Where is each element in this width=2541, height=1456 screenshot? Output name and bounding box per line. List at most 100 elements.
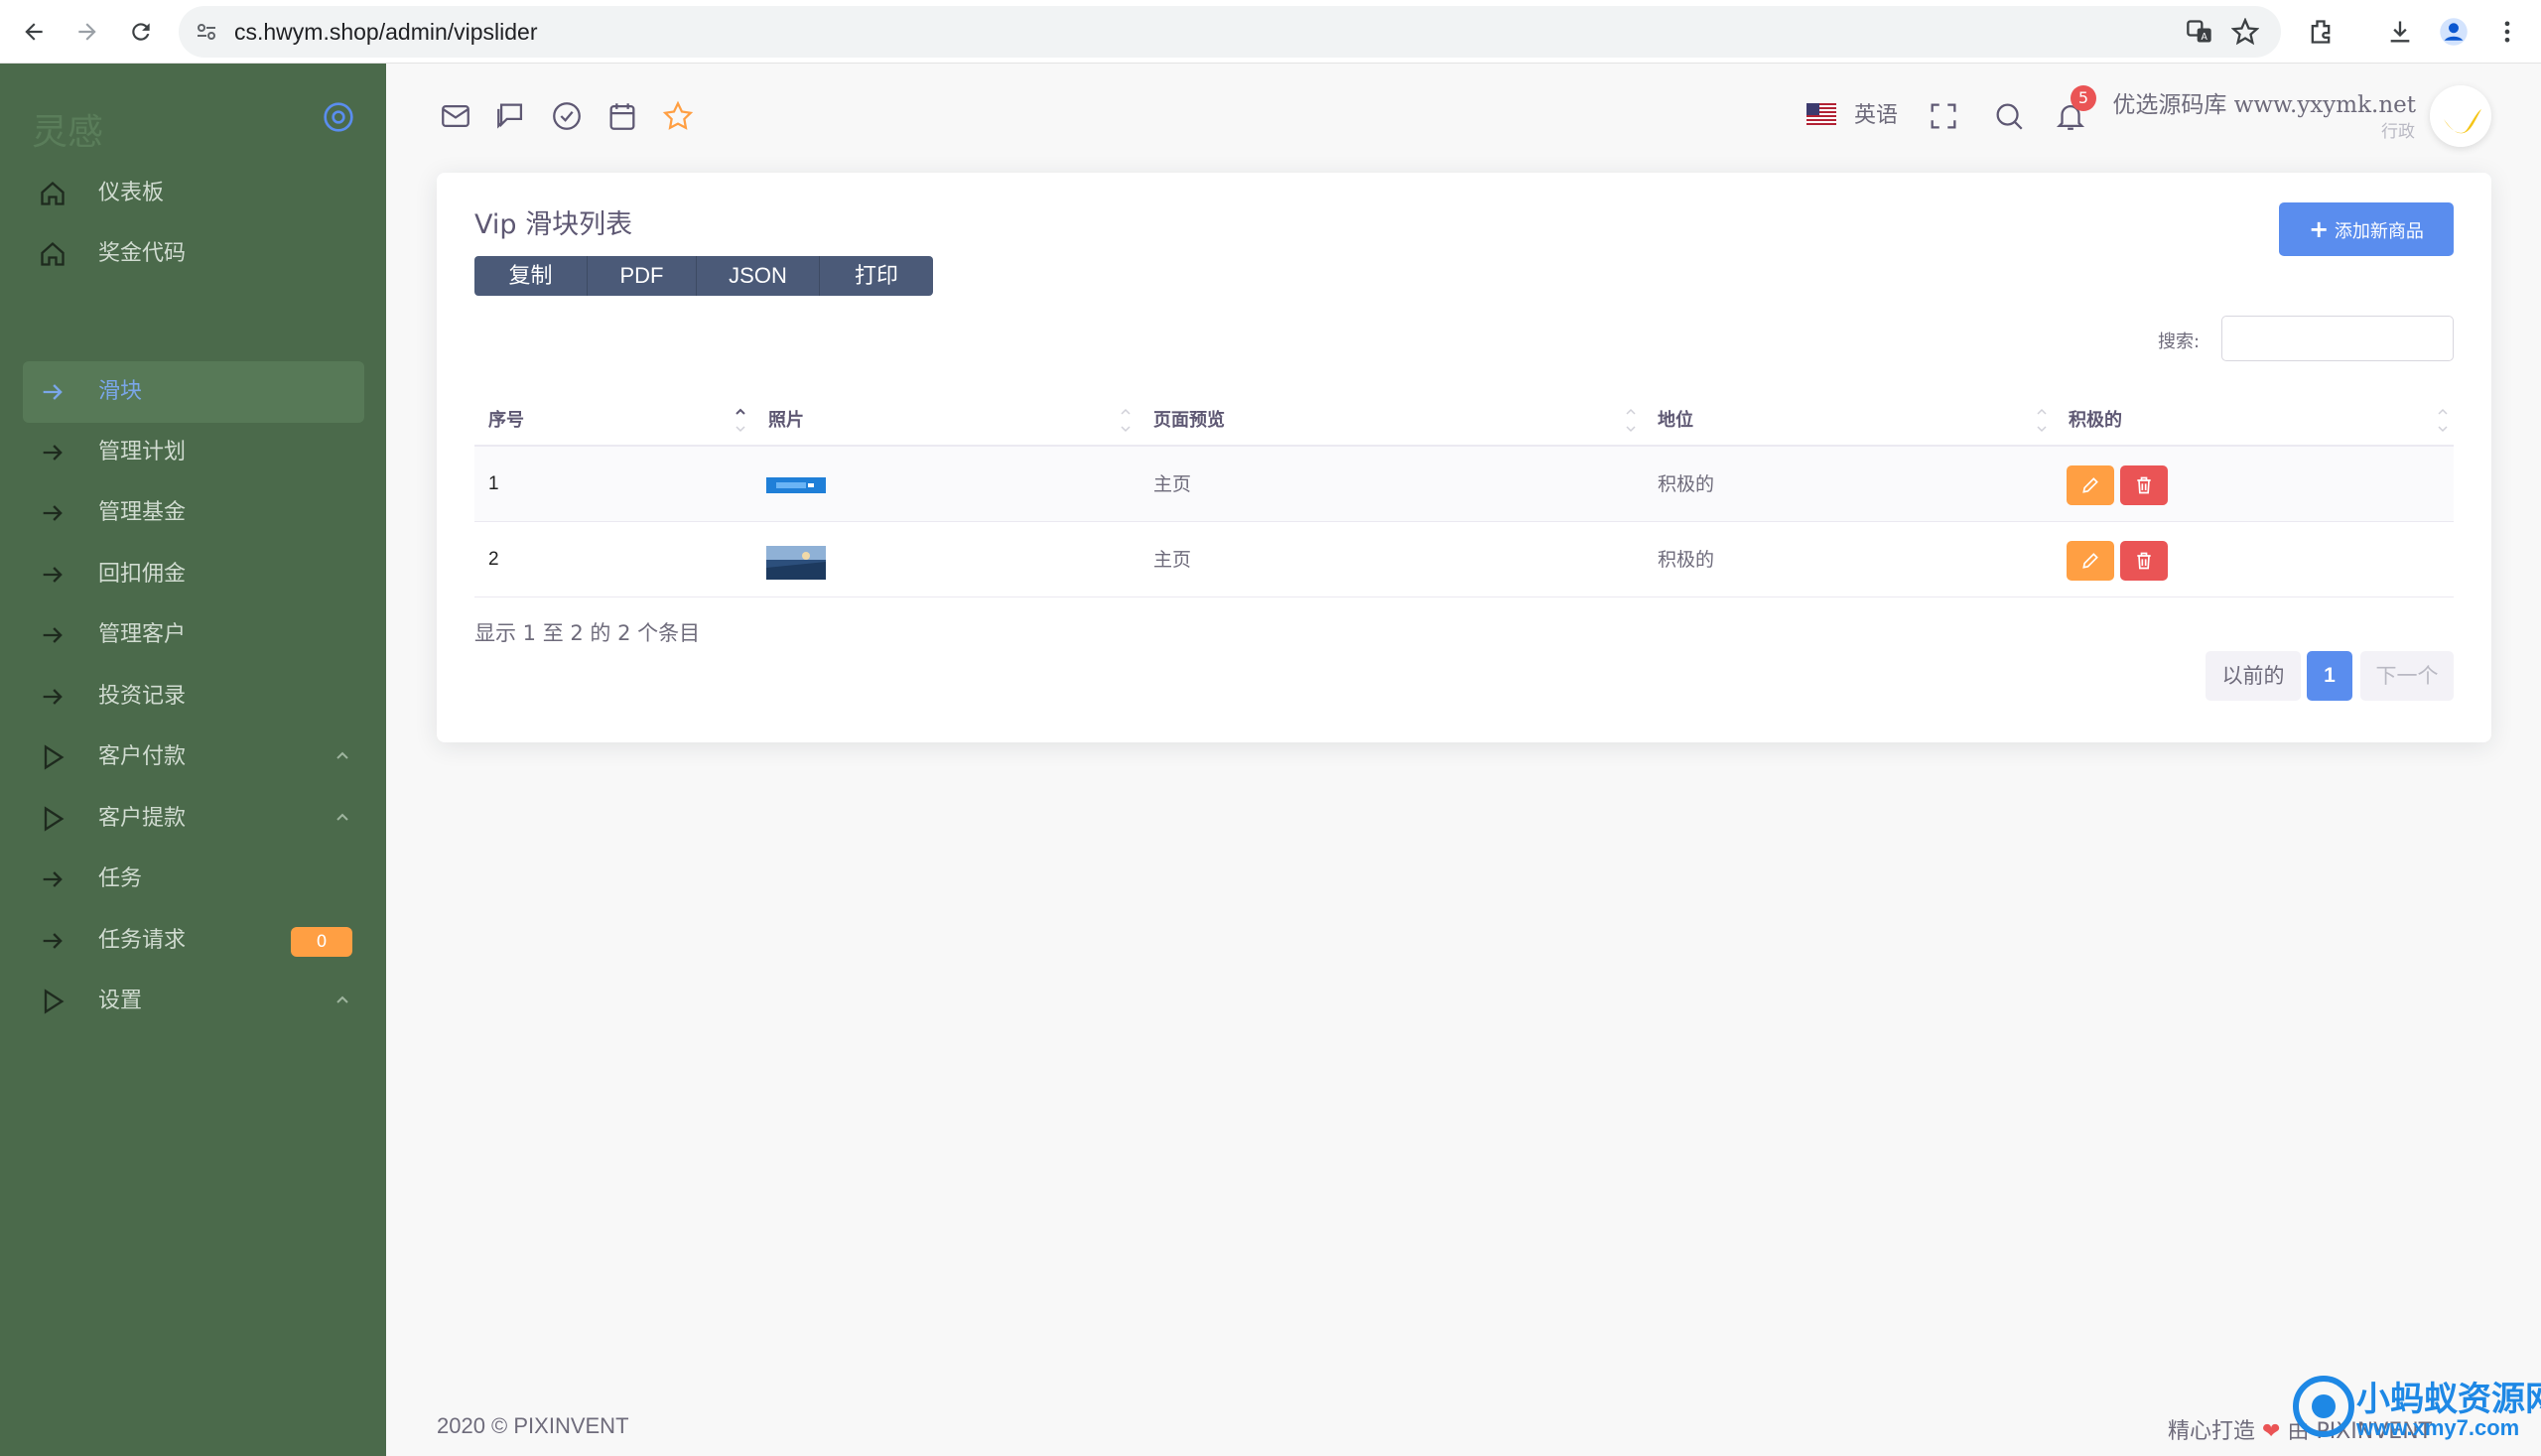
table-info: 显示 1 至 2 的 2 个条目 [474,621,701,645]
sort-icon[interactable] [1119,405,1133,435]
sidebar-item-label: 管理客户 [98,622,187,647]
arrow-right-icon [43,933,63,949]
slider-thumbnail-image [766,546,826,580]
table-header: 序号 照片 页面预览 地位 积极的 [474,391,2454,447]
footer-made-with: 精心打造 [2168,1419,2256,1444]
profile-icon[interactable] [2434,12,2474,52]
sidebar-item-label: 任务 [98,866,143,891]
check-circle-icon[interactable] [550,99,584,133]
play-icon [44,744,65,770]
sidebar-item-label: 滑块 [98,379,143,404]
watermark-url: www.xmy7.com [2356,1415,2520,1440]
sort-icon[interactable] [2035,405,2049,435]
watermark-logo-icon [2293,1376,2354,1437]
arrow-right-icon [43,689,63,705]
copy-button[interactable]: 复制 [474,256,588,296]
sidebar-item-tasks[interactable]: 任务 [23,849,364,910]
sort-icon[interactable] [2436,405,2450,435]
play-icon [44,806,65,832]
site-settings-icon[interactable] [195,20,218,44]
forward-icon[interactable] [67,12,107,52]
sidebar-item-label: 设置 [98,989,143,1013]
row-id: 1 [488,473,499,494]
sidebar-item-label: 客户付款 [98,744,187,769]
column-header-page-preview[interactable]: 页面预览 [1139,391,1225,447]
menu-dots-icon[interactable] [2487,12,2527,52]
delete-button[interactable] [2120,541,2168,581]
sidebar-item-rebate-commission[interactable]: 回扣佣金 [23,544,364,605]
address-bar[interactable]: cs.hwym.shop/admin/vipslider [179,6,2281,58]
row-page: 主页 [1153,473,1192,495]
avatar[interactable] [2430,85,2491,147]
translate-icon[interactable]: A [2180,12,2219,52]
calendar-icon[interactable] [605,99,639,133]
sort-icon[interactable] [1624,405,1638,435]
sidebar-item-manage-customers[interactable]: 管理客户 [23,604,364,666]
chevron-up-icon [336,995,348,1003]
sidebar-item-manage-funds[interactable]: 管理基金 [23,482,364,544]
reload-icon[interactable] [121,12,161,52]
sidebar-item-bonus-code[interactable]: 奖金代码 [23,223,364,285]
footer-copyright: 2020 © PIXINVENT [437,1413,629,1438]
extensions-icon[interactable] [2301,12,2340,52]
task-request-count-badge: 0 [291,927,352,957]
table-row: 2 主页 积极的 [474,522,2454,597]
sidebar-item-settings[interactable]: 设置 [23,971,364,1032]
slider-thumbnail-image [766,477,826,493]
arrow-right-icon [43,384,63,400]
sidebar-item-label: 奖金代码 [98,241,187,266]
row-id: 2 [488,549,499,570]
sidebar: 灵感 仪表板 奖金代码 应用 滑块 管理计划 管理基金 回扣佣金 管理客户 投资… [0,64,386,1456]
sort-asc-icon[interactable] [734,405,747,435]
bookmark-star-icon[interactable] [2225,12,2265,52]
arrow-right-icon [43,627,63,643]
sidebar-item-dashboard[interactable]: 仪表板 [23,163,364,224]
pdf-button[interactable]: PDF [588,256,697,296]
sidebar-item-investment-records[interactable]: 投资记录 [23,666,364,728]
brand-logo[interactable]: 灵感 [32,103,103,155]
card-title: Vip 滑块列表 [474,209,633,240]
add-new-item-button[interactable]: + 添加新商品 [2279,202,2454,256]
sidebar-item-manage-plans[interactable]: 管理计划 [23,422,364,483]
download-icon[interactable] [2380,12,2420,52]
column-header-photo[interactable]: 照片 [754,391,804,447]
chat-icon[interactable] [494,99,528,133]
delete-button[interactable] [2120,465,2168,505]
user-name[interactable]: 优选源码库 www.yxymk.net [2112,85,2416,119]
url-text[interactable]: cs.hwym.shop/admin/vipslider [234,6,538,58]
notification-count-badge: 5 [2071,85,2096,111]
sidebar-item-task-requests[interactable]: 任务请求 0 [23,910,364,972]
mail-icon[interactable] [439,99,472,133]
sidebar-item-customer-withdrawals[interactable]: 客户提款 [23,788,364,850]
us-flag-icon[interactable] [1806,103,1836,125]
chevron-up-icon [336,751,348,759]
json-button[interactable]: JSON [697,256,820,296]
pencil-icon [2082,477,2098,493]
fullscreen-icon[interactable] [1927,99,1960,133]
column-header-status[interactable]: 地位 [1644,391,1693,447]
arrow-right-icon [43,505,63,521]
pagination-page-1[interactable]: 1 [2307,651,2352,701]
column-header-id[interactable]: 序号 [474,391,524,447]
sidebar-item-label: 客户提款 [98,806,187,831]
back-icon[interactable] [14,12,54,52]
edit-button[interactable] [2067,541,2114,581]
chevron-up-icon [336,813,348,821]
edit-button[interactable] [2067,465,2114,505]
sidebar-item-customer-payments[interactable]: 客户付款 [23,727,364,788]
language-selector[interactable]: 英语 [1854,97,1898,129]
column-header-active[interactable]: 积极的 [2055,391,2122,447]
pagination-prev[interactable]: 以前的 [2206,651,2301,701]
arrow-right-icon [43,871,63,887]
trash-icon [2137,476,2151,494]
pagination-next[interactable]: 下一个 [2360,651,2454,701]
search-input[interactable] [2221,316,2454,361]
sidebar-toggle-icon[interactable] [323,101,354,133]
star-icon[interactable] [661,99,695,133]
watermark-name: 小蚂蚁资源网 [2356,1380,2541,1419]
sidebar-item-label: 投资记录 [98,684,187,709]
sidebar-item-label: 回扣佣金 [98,562,187,587]
search-icon[interactable] [1992,99,2026,133]
print-button[interactable]: 打印 [820,256,933,296]
sidebar-item-slider[interactable]: 滑块 [23,361,364,423]
